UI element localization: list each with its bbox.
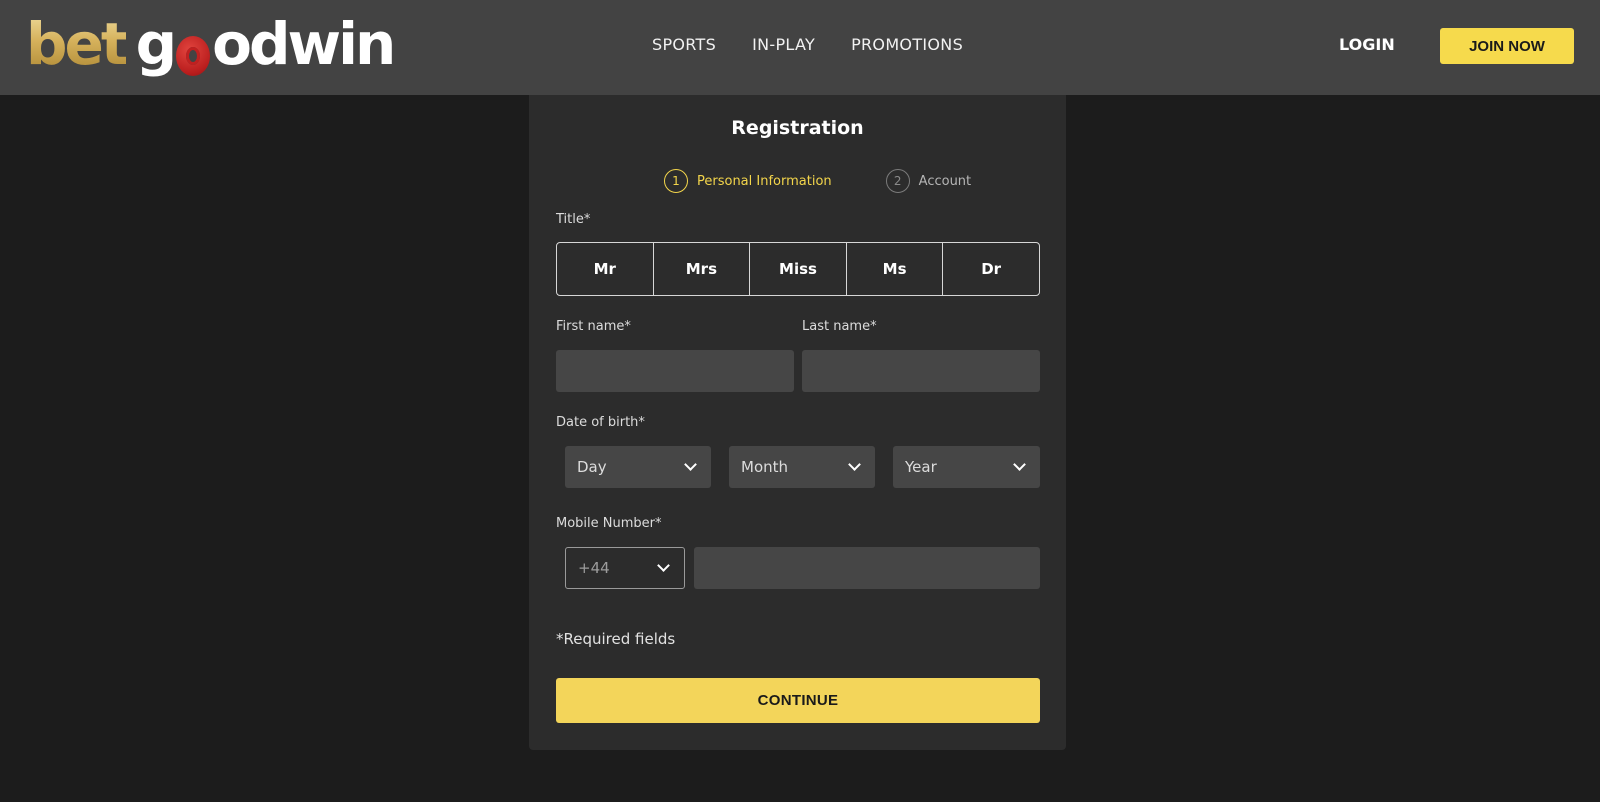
- dob-year-value: Year: [905, 458, 937, 476]
- chevron-down-icon: [684, 458, 697, 471]
- title-selector: Mr Mrs Miss Ms Dr: [556, 242, 1040, 296]
- step-personal-information: 1 Personal Information: [664, 169, 832, 193]
- first-name-field[interactable]: [556, 350, 794, 392]
- dob-day-select[interactable]: Day: [565, 446, 711, 488]
- step-account: 2 Account: [885, 169, 972, 193]
- logo-g-text: g: [135, 10, 177, 78]
- title-label: Title*: [556, 212, 591, 227]
- main-nav: SPORTS IN-PLAY PROMOTIONS: [652, 35, 963, 54]
- logo-bet-text: bet: [26, 10, 129, 78]
- step-1-number: 1: [664, 169, 688, 193]
- title-option-miss[interactable]: Miss: [750, 243, 847, 295]
- site-header: bet g odwin SPORTS IN-PLAY PROMOTIONS LO…: [0, 0, 1600, 95]
- chevron-down-icon: [1013, 458, 1026, 471]
- chevron-down-icon: [848, 458, 861, 471]
- dob-label: Date of birth*: [556, 415, 645, 430]
- dob-month-value: Month: [741, 458, 789, 476]
- last-name-label: Last name*: [802, 319, 877, 334]
- title-option-mr[interactable]: Mr: [557, 243, 654, 295]
- logo-red-o-icon: [176, 36, 211, 76]
- title-option-mrs[interactable]: Mrs: [654, 243, 751, 295]
- dob-year-select[interactable]: Year: [893, 446, 1040, 488]
- step-2-number: 2: [885, 169, 910, 193]
- nav-sports[interactable]: SPORTS: [652, 35, 716, 54]
- registration-card: Registration 1 Personal Information 2 Ac…: [529, 95, 1066, 750]
- registration-title: Registration: [731, 117, 864, 139]
- first-name-label: First name*: [556, 319, 631, 334]
- logo-odwin-text: odwin: [212, 10, 396, 78]
- continue-button[interactable]: CONTINUE: [556, 678, 1040, 723]
- registration-steps: 1 Personal Information 2 Account: [664, 169, 971, 193]
- step-2-label: Account: [918, 173, 972, 189]
- nav-promotions[interactable]: PROMOTIONS: [851, 35, 963, 54]
- title-option-dr[interactable]: Dr: [943, 243, 1039, 295]
- required-fields-note: *Required fields: [556, 630, 676, 648]
- title-option-ms[interactable]: Ms: [847, 243, 944, 295]
- mobile-label: Mobile Number*: [556, 516, 662, 531]
- dob-day-value: Day: [577, 458, 607, 476]
- step-1-label: Personal Information: [697, 173, 832, 189]
- betgoodwin-logo[interactable]: bet g odwin: [26, 8, 396, 80]
- dob-month-select[interactable]: Month: [729, 446, 875, 488]
- nav-in-play[interactable]: IN-PLAY: [752, 35, 815, 54]
- country-code-select[interactable]: +44: [565, 547, 685, 589]
- join-now-button[interactable]: JOIN NOW: [1440, 28, 1574, 64]
- login-link[interactable]: LOGIN: [1339, 35, 1395, 54]
- chevron-down-icon: [657, 559, 670, 572]
- mobile-number-field[interactable]: [694, 547, 1040, 589]
- last-name-field[interactable]: [802, 350, 1040, 392]
- country-code-value: +44: [578, 559, 610, 577]
